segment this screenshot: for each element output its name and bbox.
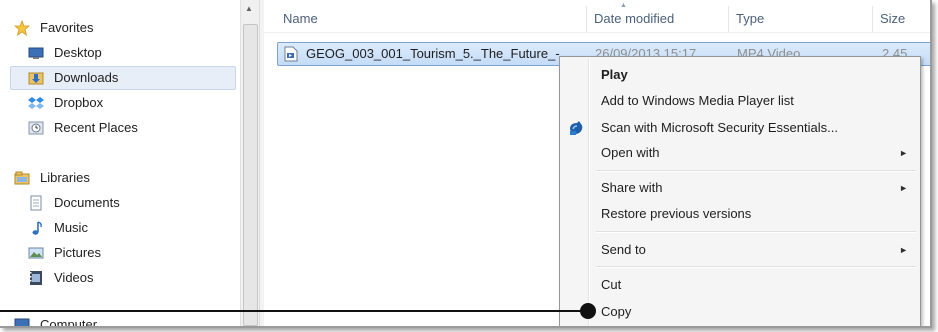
annotation-pointer-dot	[580, 303, 596, 319]
nav-favorites-label: Favorites	[40, 20, 94, 35]
column-header-name[interactable]: Name	[283, 8, 318, 30]
menu-item-scan-security-essentials[interactable]: Scan with Microsoft Security Essentials.…	[562, 116, 918, 140]
nav-item-dropbox-label: Dropbox	[54, 95, 104, 110]
nav-item-music-label: Music	[54, 220, 88, 235]
nav-item-documents-label: Documents	[54, 195, 120, 210]
nav-libraries-label: Libraries	[40, 170, 90, 185]
explorer-window: Favorites Desktop Downloads Dropbox Rece…	[0, 0, 932, 328]
menu-item-cut[interactable]: Cut	[562, 273, 918, 297]
recent-places-icon	[28, 121, 44, 135]
downloads-folder-icon	[28, 72, 44, 85]
column-separator[interactable]	[728, 6, 729, 32]
scrollbar-thumb[interactable]	[243, 24, 258, 326]
menu-item-send-to[interactable]: Send to ►	[562, 238, 918, 262]
menu-item-scan-label: Scan with Microsoft Security Essentials.…	[601, 120, 838, 135]
file-name[interactable]: GEOG_003_001_Tourism_5._The_Future_-...	[306, 43, 570, 65]
nav-item-recent-places-label: Recent Places	[54, 120, 138, 135]
menu-separator	[596, 231, 916, 233]
menu-separator	[596, 170, 916, 172]
column-header-size[interactable]: Size	[880, 8, 905, 30]
menu-item-add-to-wmp-list-label: Add to Windows Media Player list	[601, 93, 794, 108]
navigation-scrollbar[interactable]: ▲	[240, 0, 259, 326]
submenu-arrow-icon: ►	[899, 245, 908, 255]
menu-item-share-with-label: Share with	[601, 180, 663, 195]
column-header-type[interactable]: Type	[736, 8, 764, 30]
menu-item-send-to-label: Send to	[601, 242, 646, 257]
column-header-date-modified[interactable]: Date modified	[594, 8, 674, 30]
dropbox-icon	[28, 97, 44, 109]
nav-item-videos-label: Videos	[54, 270, 94, 285]
context-menu: Play Add to Windows Media Player list Sc…	[559, 56, 921, 326]
menu-item-restore-previous-versions[interactable]: Restore previous versions	[562, 202, 918, 226]
navigation-pane: Favorites Desktop Downloads Dropbox Rece…	[0, 0, 240, 326]
menu-item-restore-label: Restore previous versions	[601, 206, 752, 221]
menu-item-open-with[interactable]: Open with ►	[562, 141, 918, 165]
column-separator[interactable]	[872, 6, 873, 32]
nav-item-pictures-label: Pictures	[54, 245, 101, 260]
submenu-arrow-icon: ►	[899, 183, 908, 193]
menu-separator	[596, 266, 916, 268]
annotation-pointer-line	[0, 310, 588, 312]
documents-icon	[30, 195, 42, 211]
menu-item-open-with-label: Open with	[601, 145, 660, 160]
menu-item-cut-label: Cut	[601, 277, 622, 292]
music-icon	[32, 221, 42, 235]
menu-item-play[interactable]: Play	[562, 63, 918, 87]
videos-icon	[30, 271, 42, 285]
menu-item-copy-label: Copy	[601, 304, 632, 319]
menu-item-play-label: Play	[601, 67, 628, 82]
nav-item-desktop-label: Desktop	[54, 45, 102, 60]
scroll-up-icon[interactable]: ▲	[245, 4, 253, 13]
star-icon	[14, 20, 30, 36]
desktop-icon	[28, 47, 44, 59]
menu-item-copy[interactable]: Copy	[562, 300, 918, 324]
menu-item-share-with[interactable]: Share with ►	[562, 176, 918, 200]
libraries-icon	[14, 171, 30, 185]
nav-item-downloads-label: Downloads	[54, 70, 119, 85]
menu-item-add-to-wmp-list[interactable]: Add to Windows Media Player list	[562, 89, 918, 113]
submenu-arrow-icon: ►	[899, 148, 908, 158]
column-separator[interactable]	[586, 6, 587, 32]
header-divider	[264, 32, 930, 33]
pictures-icon	[28, 247, 44, 259]
security-essentials-icon	[570, 121, 583, 135]
nav-computer-label: Computer	[40, 317, 98, 326]
video-file-icon	[284, 46, 298, 62]
computer-icon	[14, 318, 30, 326]
